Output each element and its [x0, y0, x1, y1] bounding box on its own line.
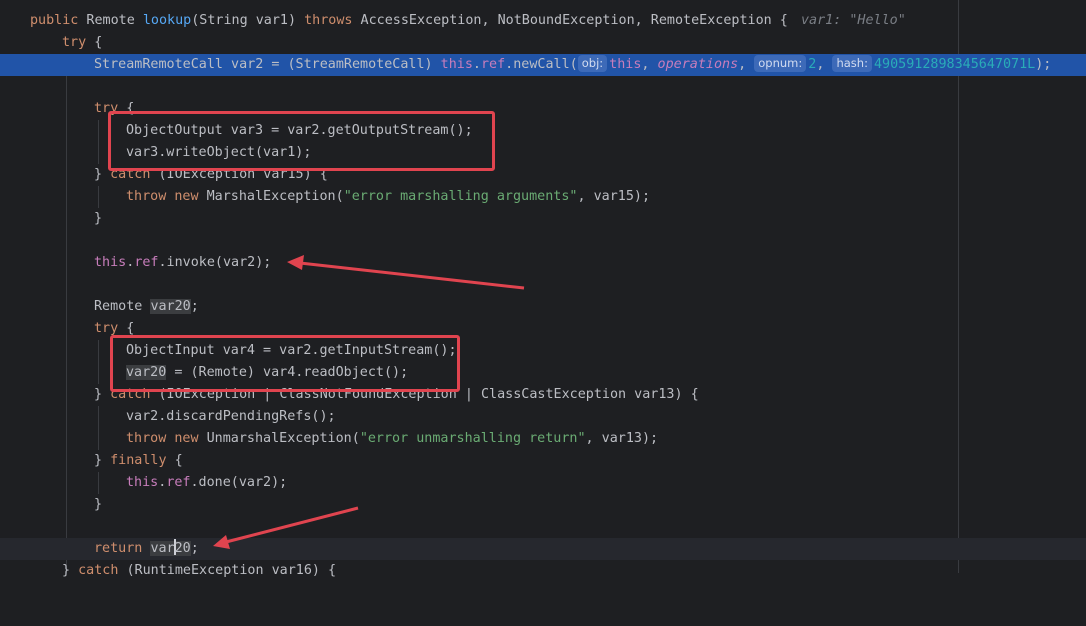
arrowhead-icon	[287, 255, 304, 270]
annotation-arrow-invoke	[299, 261, 525, 290]
code-editor[interactable]: public Remote lookup(String var1) throws…	[0, 0, 1086, 578]
annotation-arrow-return	[225, 506, 359, 544]
arrowhead-icon	[213, 535, 230, 549]
annotation-arrows	[213, 255, 525, 549]
